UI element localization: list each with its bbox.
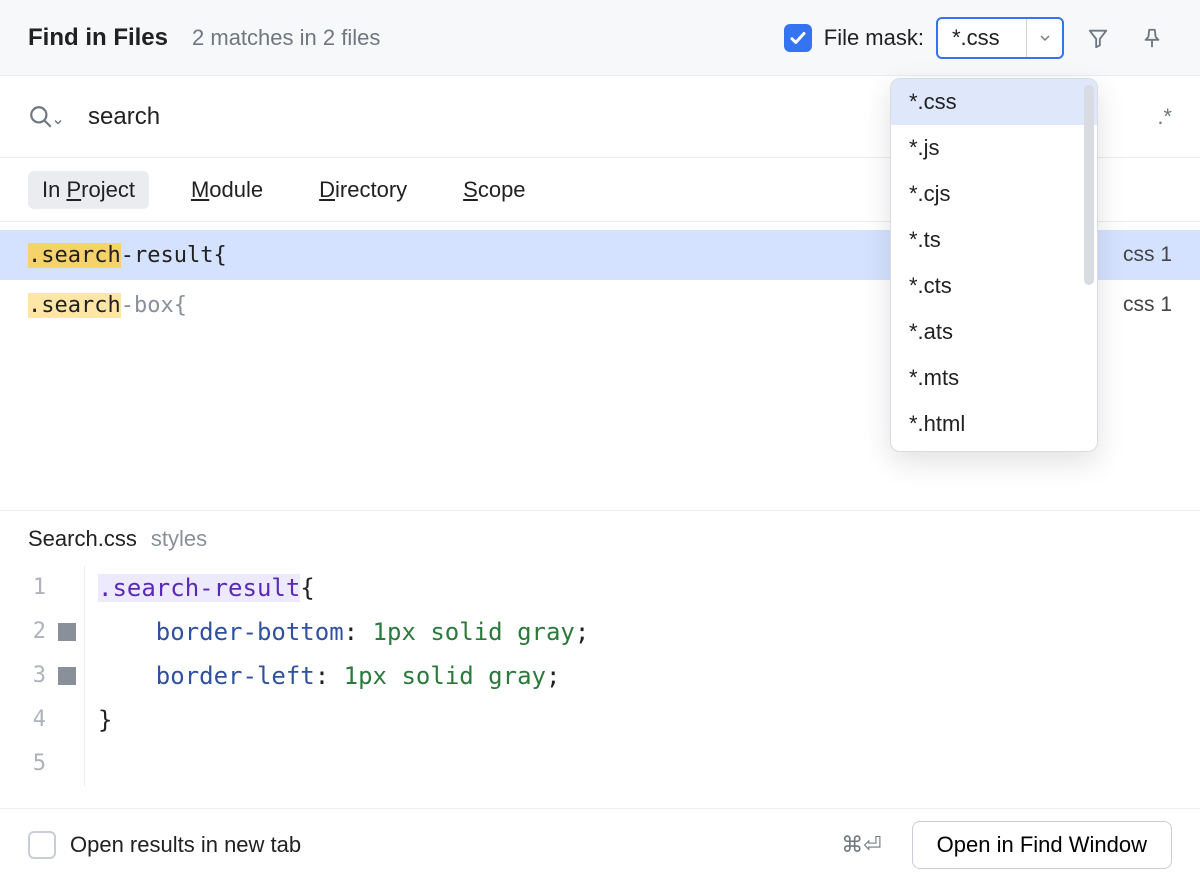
preview-editor[interactable]: 1.search-result{2 border-bottom: 1px sol… [0,566,1200,786]
preview-file-name: Search.css [28,526,137,552]
file-mask-checkbox[interactable] [784,24,812,52]
editor-line[interactable]: 2 border-bottom: 1px solid gray; [0,610,1200,654]
dropdown-option[interactable]: *.mts [891,355,1097,401]
dialog-header: Find in Files 2 matches in 2 files File … [0,0,1200,76]
scope-tab-module[interactable]: Module [177,171,277,209]
open-new-tab-label: Open results in new tab [70,832,301,858]
search-icon [28,104,64,130]
editor-line[interactable]: 4} [0,698,1200,742]
dropdown-option[interactable]: *.css [891,79,1097,125]
preview-header: Search.css styles [0,510,1200,566]
scope-tab-directory[interactable]: Directory [305,171,421,209]
result-file-badge: css 1 [1123,243,1172,267]
regex-option[interactable]: .* [1157,104,1172,130]
file-mask-label: File mask: [824,25,924,51]
editor-line[interactable]: 3 border-left: 1px solid gray; [0,654,1200,698]
line-number: 3 [0,654,54,698]
dialog-title: Find in Files [28,24,168,52]
line-number: 2 [0,610,54,654]
filter-icon[interactable] [1078,18,1118,58]
file-mask-value: *.css [938,25,1026,51]
search-options: W .* [1117,104,1172,130]
dropdown-option[interactable]: *.js [891,125,1097,171]
dialog-footer: Open results in new tab ⌘⏎ Open in Find … [0,808,1200,880]
dropdown-scrollbar[interactable] [1084,85,1094,285]
preview-file-path: styles [151,526,207,552]
file-mask-dropdown[interactable]: *.css*.js*.cjs*.ts*.cts*.ats*.mts*.html [890,78,1098,452]
editor-line[interactable]: 1.search-result{ [0,566,1200,610]
scope-tab-project[interactable]: In Project [28,171,149,209]
open-find-window-button[interactable]: Open in Find Window [912,821,1172,869]
match-summary: 2 matches in 2 files [192,25,380,51]
chevron-down-icon[interactable] [1026,19,1062,57]
dropdown-option[interactable]: *.cjs [891,171,1097,217]
dropdown-option[interactable]: *.html [891,401,1097,447]
shortcut-hint: ⌘⏎ [841,832,881,858]
file-mask-combobox[interactable]: *.css [936,17,1064,59]
line-number: 4 [0,698,54,742]
gutter-marker-icon[interactable] [58,623,76,641]
dropdown-option[interactable]: *.cts [891,263,1097,309]
file-mask-group: File mask: *.css [784,17,1064,59]
gutter-marker-icon[interactable] [58,667,76,685]
result-file-badge: css 1 [1123,293,1172,317]
line-number: 5 [0,742,54,786]
editor-line[interactable]: 5 [0,742,1200,786]
dropdown-option[interactable]: *.ats [891,309,1097,355]
pin-icon[interactable] [1132,18,1172,58]
scope-tab-scope[interactable]: Scope [449,171,539,209]
dropdown-option[interactable]: *.ts [891,217,1097,263]
open-new-tab-checkbox[interactable] [28,831,56,859]
line-number: 1 [0,566,54,610]
